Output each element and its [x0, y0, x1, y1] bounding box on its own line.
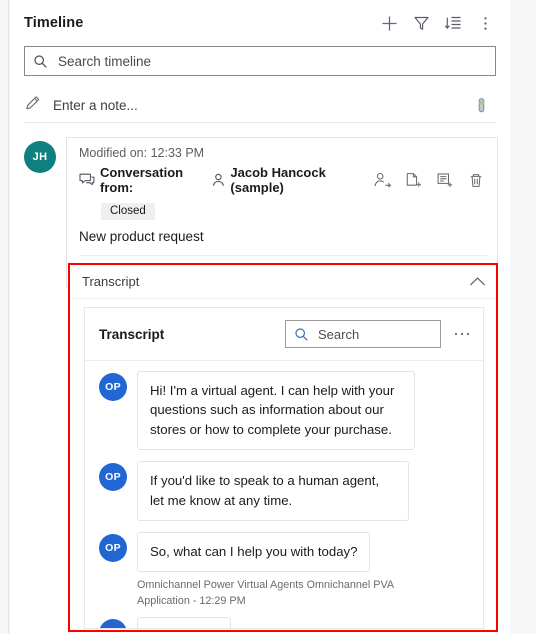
message-body: If you'd like to speak to a human agent,… — [137, 461, 473, 522]
list-item: OP So, what can I help you with today? O… — [99, 532, 473, 609]
attach-file-button[interactable] — [466, 91, 496, 121]
page-title: Timeline — [24, 15, 84, 31]
assign-button[interactable] — [372, 169, 394, 191]
message-bubble: So, what can I help you with today? — [137, 532, 371, 573]
modified-on-label: Modified on: 12:33 PM — [79, 146, 205, 160]
enter-note-placeholder: Enter a note... — [53, 98, 138, 113]
list-item: OP If you'd like to speak to a human age… — [99, 461, 473, 522]
conversation-from-line: Conversation from: Jacob Hancock (sample… — [79, 165, 487, 195]
transcript-overflow-button[interactable] — [451, 323, 473, 345]
message-timestamp: Omnichannel Power Virtual Agents Omnicha… — [137, 579, 394, 607]
enter-note-row[interactable]: Enter a note... — [24, 89, 496, 123]
transcript-search-box[interactable] — [285, 320, 441, 348]
more-commands-button[interactable] — [470, 8, 500, 38]
conversation-actions — [372, 169, 487, 191]
transcript-highlight-region: Transcript Transcript Search OP Hi! I'm … — [68, 263, 498, 632]
sort-descending-icon — [444, 16, 460, 29]
search-timeline-input[interactable] — [56, 48, 487, 74]
search-icon — [294, 327, 309, 342]
avatar: OP — [99, 463, 127, 492]
conversation-icon — [79, 173, 95, 188]
search-timeline-container — [10, 46, 510, 76]
person-icon — [212, 173, 225, 187]
transcript-card: Transcript Search OP Hi! I'm a virtual a… — [84, 307, 484, 629]
conversation-subject: New product request — [79, 229, 204, 244]
message-bubble: Store hours — [137, 617, 232, 628]
timeline-panel-screen: Timeline Search timeline Enter a note...… — [0, 0, 536, 634]
convert-to-case-button[interactable] — [403, 169, 425, 191]
add-record-button[interactable] — [374, 8, 404, 38]
transcript-card-header: Transcript — [85, 308, 483, 361]
timeline-header: Timeline — [10, 0, 510, 46]
page-left-gutter — [0, 0, 9, 634]
avatar: CU — [99, 619, 127, 628]
sort-button[interactable] — [438, 8, 468, 38]
add-note-icon — [437, 172, 453, 187]
timeline-header-actions — [374, 8, 500, 38]
message-bubble: Hi! I'm a virtual agent. I can help with… — [137, 371, 415, 451]
paperclip-icon — [478, 98, 484, 113]
add-note-button[interactable] — [434, 169, 456, 191]
message-bubble: If you'd like to speak to a human agent,… — [137, 461, 409, 522]
page-right-edge — [510, 0, 536, 634]
transcript-section-header[interactable]: Transcript — [70, 265, 496, 299]
transcript-card-title: Transcript — [99, 326, 165, 342]
conversation-person-link[interactable]: Jacob Hancock (sample) — [230, 165, 367, 195]
list-item: OP Hi! I'm a virtual agent. I can help w… — [99, 371, 473, 451]
more-vertical-icon — [483, 16, 487, 30]
message-body: Store hours — [137, 617, 473, 628]
add-document-icon — [406, 172, 421, 187]
search-timeline-box[interactable] — [24, 46, 496, 76]
chevron-up-icon[interactable] — [469, 276, 486, 287]
delete-button[interactable] — [465, 169, 487, 191]
transcript-search-input[interactable] — [316, 322, 432, 346]
message-body: Hi! I'm a virtual agent. I can help with… — [137, 371, 473, 451]
search-icon — [33, 54, 48, 69]
conversation-from-label: Conversation from: — [100, 165, 184, 195]
transcript-section-title: Transcript — [82, 274, 140, 289]
pencil-icon — [24, 95, 41, 117]
more-horizontal-icon — [454, 332, 470, 336]
filter-icon — [413, 16, 429, 30]
assign-person-icon — [374, 172, 392, 188]
message-body: So, what can I help you with today? Omni… — [137, 532, 473, 609]
avatar: OP — [99, 534, 127, 563]
plus-icon — [382, 16, 396, 30]
transcript-message-list: OP Hi! I'm a virtual agent. I can help w… — [85, 361, 483, 628]
trash-icon — [470, 173, 482, 187]
status-badge: Closed — [101, 203, 155, 220]
avatar: OP — [99, 373, 127, 401]
status-badge-row: Closed — [101, 201, 487, 220]
filter-button[interactable] — [406, 8, 436, 38]
avatar: JH — [24, 141, 56, 173]
list-item: CU Store hours — [99, 617, 473, 628]
